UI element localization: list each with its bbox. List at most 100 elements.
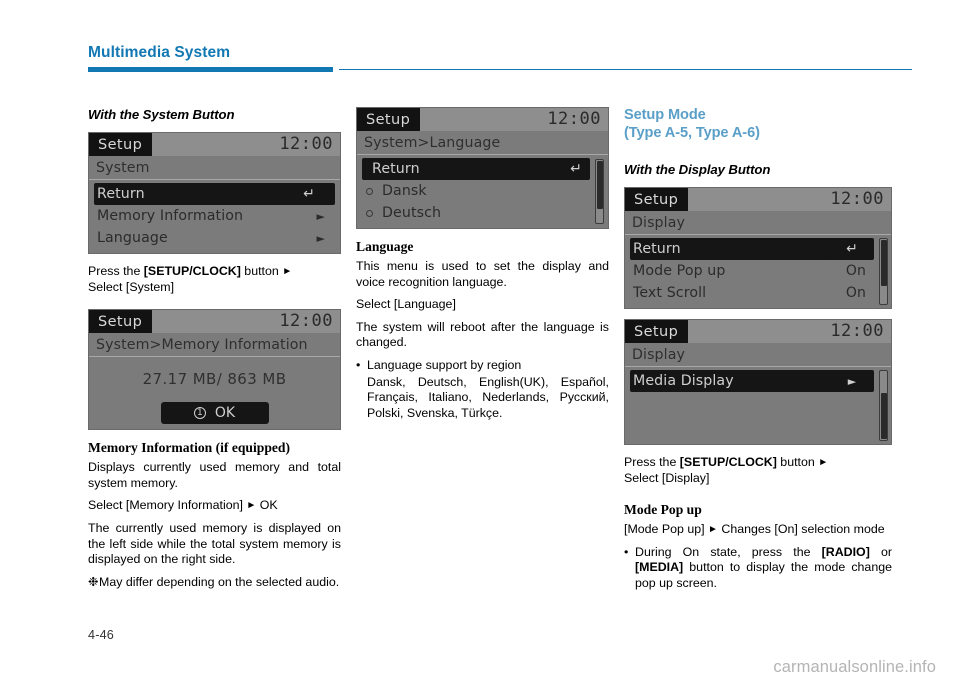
lcd-breadcrumb: System>Memory Information (89, 333, 340, 358)
note-asterisk-icon: ❉ (88, 574, 99, 589)
button-name-media: [MEDIA] (635, 560, 684, 575)
return-icon[interactable]: ↵ (570, 162, 590, 176)
language-para-3: The system will reboot after the languag… (356, 319, 609, 350)
lcd-scrollbar[interactable] (595, 159, 604, 224)
memory-para-2-post: OK (256, 498, 278, 513)
radio-button-icon[interactable] (366, 187, 373, 195)
lcd-menu-item-return[interactable]: Return ↵ (630, 238, 874, 260)
lcd-screen-display-1: Setup 12:00 Display Return ↵ Mode Pop up… (624, 187, 892, 309)
memory-para-1: Displays currently used memory and total… (88, 460, 341, 490)
ok-button[interactable]: 1 OK (160, 402, 269, 425)
section-heading-setup-mode: Setup Mode (Type A-5, Type A-6) (624, 107, 892, 142)
mode-pop-up-para-1-post: Changes [On] selection mode (717, 522, 885, 537)
mode-pop-up-para-1: [Mode Pop up] ► Changes [On] selection m… (624, 522, 892, 538)
return-icon[interactable]: ↵ (287, 184, 331, 204)
lcd-menu-item-return[interactable]: Return ↵ (362, 158, 590, 180)
lcd-menu-item-deutsch[interactable]: Deutsch (362, 202, 590, 224)
mode-pop-up-bullet-text: During On state, press the [RADIO] or [M… (635, 545, 892, 592)
lcd-titlebar: Setup 12:00 (89, 310, 340, 334)
lcd-menu-item-memory-information[interactable]: Memory Information ► (94, 205, 335, 227)
instruction-text-post: button (240, 264, 283, 278)
lcd-scrollbar[interactable] (879, 238, 888, 305)
section-heading-mode-pop-up: Mode Pop up (624, 502, 702, 518)
watermark: carmanualsonline.info (773, 658, 936, 676)
button-name-setup-clock: [SETUP/CLOCK] (143, 264, 241, 278)
instruction-text-pre: Press the (624, 455, 680, 469)
language-bullet: • Language support by region (356, 358, 609, 374)
language-list: Dansk, Deutsch, English(UK), Español, Fr… (367, 374, 609, 420)
instruction-press-setup-clock: Press the [SETUP/CLOCK] button ► Select [… (624, 455, 892, 486)
chevron-right-icon[interactable]: ► (830, 371, 874, 391)
memory-para-2: Select [Memory Information] ► OK (88, 498, 341, 514)
instruction-press-setup-clock: Press the [SETUP/CLOCK] button ► Select [… (88, 264, 341, 295)
lcd-menu-item-return[interactable]: Return ↵ (94, 183, 335, 205)
memory-usage-value: 27.17 MB/ 863 MB (142, 370, 287, 389)
lcd-menu-item-value: On (845, 285, 866, 301)
lcd-clock: 12:00 (547, 109, 601, 129)
triangle-right-icon: ► (282, 266, 293, 277)
lcd-scrollbar-thumb[interactable] (596, 161, 603, 209)
page-title: Multimedia System (88, 44, 231, 61)
lcd-titlebar: Setup 12:00 (89, 133, 340, 156)
lcd-menu-item-label: Language (97, 230, 168, 246)
chevron-right-icon: ► (316, 209, 325, 223)
lcd-scrollbar-thumb[interactable] (880, 240, 887, 286)
page-header: Multimedia System (88, 44, 912, 75)
lcd-menu-item-language[interactable]: Language ► (94, 227, 335, 249)
instruction-select-display: Select [Display] (624, 470, 710, 485)
lcd-clock: 12:00 (279, 134, 333, 154)
heading-with-display-button: With the Display Button (624, 162, 771, 177)
page-number: 4-46 (88, 628, 115, 642)
manual-page: Multimedia System With the System Button… (0, 0, 960, 689)
lcd-menu-item-mode-pop-up[interactable]: Mode Pop up On (630, 260, 874, 282)
lcd-screen-system: Setup 12:00 System Return ↵ Memory Infor… (88, 132, 341, 254)
column-left: With the System Button Setup 12:00 Syste… (88, 107, 341, 591)
lcd-scrollbar-thumb[interactable] (880, 393, 887, 439)
lcd-title-tag: Setup (357, 108, 421, 131)
instruction-select-system: Select [System] (88, 279, 175, 294)
bullet-icon: • (624, 544, 629, 559)
radio-button-icon[interactable] (366, 209, 373, 217)
lcd-menu-item-label: Dansk (382, 183, 427, 199)
lcd-scrollbar[interactable] (879, 370, 888, 441)
lcd-screen-display-2: Setup 12:00 Display Media Display ► (624, 319, 892, 445)
lcd-clock: 12:00 (830, 321, 884, 341)
column-right: Setup Mode (Type A-5, Type A-6) With the… (624, 107, 892, 593)
lcd-breadcrumb: System>Language (357, 131, 608, 155)
instruction-text-post: button (776, 455, 819, 469)
lcd-screen-language: Setup 12:00 System>Language Return ↵ Dan… (356, 107, 609, 229)
triangle-right-icon: ► (708, 524, 718, 536)
setup-mode-line-2: (Type A-5, Type A-6) (624, 124, 760, 141)
lcd-menu-list: Return ↵ Dansk Deutsch (357, 155, 608, 228)
lcd-menu-item-media-display[interactable]: Media Display ► (630, 370, 874, 392)
lcd-menu-item-label: Deutsch (382, 205, 442, 221)
lcd-title-tag: Setup (89, 310, 153, 334)
return-icon[interactable]: ↵ (830, 239, 874, 259)
language-bullet-text: Language support by region (367, 357, 522, 372)
column-middle: Setup 12:00 System>Language Return ↵ Dan… (356, 107, 609, 428)
lcd-clock: 12:00 (279, 311, 333, 332)
lcd-title-tag: Setup (625, 188, 689, 211)
lcd-menu-list: Media Display ► (625, 367, 891, 444)
lcd-menu-item-text-scroll[interactable]: Text Scroll On (630, 282, 874, 304)
knob-press-icon: 1 (193, 407, 206, 420)
button-name-setup-clock: [SETUP/CLOCK] (679, 455, 777, 469)
setup-mode-line-1: Setup Mode (624, 107, 706, 123)
lcd-clock: 12:00 (830, 189, 884, 209)
section-heading-language: Language (356, 239, 414, 254)
lcd-title-tag: Setup (625, 320, 689, 343)
ok-button-label: OK (214, 405, 236, 422)
header-bar-thin (339, 69, 912, 71)
section-heading-memory-information: Memory Information (if equipped) (88, 440, 291, 456)
heading-with-system-button: With the System Button (88, 107, 235, 122)
bullet-icon: • (356, 357, 361, 372)
lcd-menu-list: Return ↵ Memory Information ► Language ► (89, 180, 340, 253)
triangle-right-icon: ► (246, 500, 257, 512)
chevron-right-icon: ► (316, 231, 325, 245)
lcd-screen-memory-information: Setup 12:00 System>Memory Information 27… (88, 309, 341, 431)
lcd-breadcrumb: Display (625, 343, 891, 367)
lcd-menu-item-label: Return (372, 161, 420, 177)
mode-pop-up-bullet: • During On state, press the [RADIO] or … (624, 545, 892, 592)
lcd-menu-item-dansk[interactable]: Dansk (362, 180, 590, 202)
lcd-breadcrumb: System (89, 156, 340, 180)
